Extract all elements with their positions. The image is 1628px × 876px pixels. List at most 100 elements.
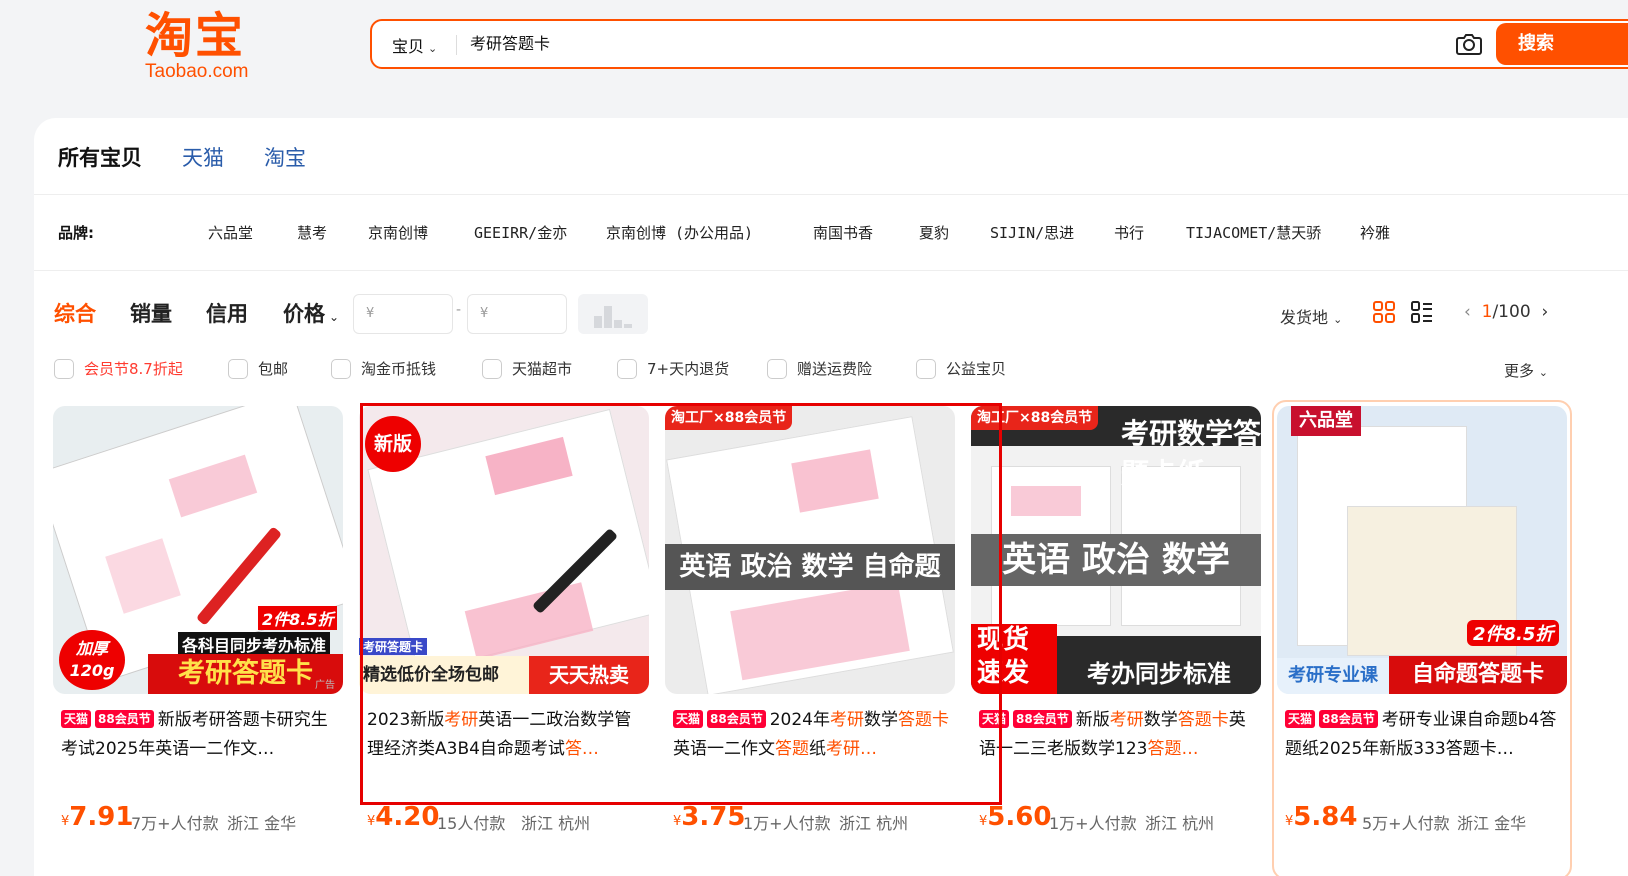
brand-item[interactable]: 衿雅 xyxy=(1360,222,1390,243)
brand-item[interactable]: 南国书香 xyxy=(813,222,873,243)
product-card[interactable]: 淘工厂×88会员节 考研数学答题卡纸 英语 政治 数学 现货 速发 考办同步标准… xyxy=(971,406,1261,866)
list-view-icon[interactable] xyxy=(1410,300,1434,324)
bottom-left-label: 考研专业课 xyxy=(1277,658,1389,694)
tab-all[interactable]: 所有宝贝 xyxy=(58,142,142,172)
product-image[interactable]: 2件8.5折 各科目同步考办标准 考研答题卡 加厚 120g 广告 xyxy=(53,406,343,694)
checkbox[interactable] xyxy=(617,358,637,379)
search-bar: 宝贝⌄ 搜索 xyxy=(370,19,1628,69)
price-max-input[interactable]: ¥ xyxy=(467,294,567,334)
tmall-tag: 天猫 xyxy=(61,710,92,728)
search-category-dropdown[interactable]: 宝贝 ⌄ xyxy=(392,33,437,57)
filter-charity[interactable]: 公益宝贝 xyxy=(916,358,1006,379)
brand-item[interactable]: 书行 xyxy=(1114,222,1144,243)
tab-tmall[interactable]: 天猫 xyxy=(182,142,224,172)
tmall-tag: 天猫 xyxy=(1285,710,1316,728)
price-value: 4.20 xyxy=(375,802,440,832)
product-price: ¥5.84 xyxy=(1285,802,1357,832)
checkbox[interactable] xyxy=(228,358,248,379)
member-day-tag: 88会员节 xyxy=(95,710,154,728)
product-price: ¥5.60 xyxy=(979,802,1051,832)
search-button[interactable]: 搜索 xyxy=(1496,23,1628,65)
product-image[interactable]: 淘工厂×88会员节 考研数学答题卡纸 英语 政治 数学 现货 速发 考办同步标准 xyxy=(971,406,1261,694)
sub-label: 各科目同步考办标准 xyxy=(178,632,331,656)
grid-view-icon[interactable] xyxy=(1372,300,1396,324)
search-input[interactable] xyxy=(470,33,1370,51)
checkbox[interactable] xyxy=(331,358,351,379)
filter-checkbox-row: 会员节8.7折起 包邮 淘金币抵钱 天猫超市 7+天内退货 赠送运费险 公益宝贝… xyxy=(54,358,1628,384)
brand-item[interactable]: 京南创博 xyxy=(368,222,428,243)
member-day-tag: 88会员节 xyxy=(1319,710,1378,728)
prev-page-icon[interactable]: ‹ xyxy=(1464,302,1471,322)
brand-item[interactable]: 夏豹 xyxy=(919,222,949,243)
filter-member-discount[interactable]: 会员节8.7折起 xyxy=(54,358,183,379)
product-price: ¥7.91 xyxy=(61,802,133,832)
bottom-right-label: 自命题答题卡 xyxy=(1389,656,1567,694)
chevron-down-icon: ⌄ xyxy=(329,310,340,324)
sort-sales[interactable]: 销量 xyxy=(130,298,172,328)
filter-free-shipping[interactable]: 包邮 xyxy=(228,358,288,379)
sales-count: 5万+人付款 xyxy=(1362,814,1450,833)
product-title[interactable]: 天猫 88会员节 新版考研答题卡研究生考试2025年英语一二作文… xyxy=(61,706,341,764)
thickness-badge: 加厚 120g xyxy=(59,630,125,690)
camera-icon[interactable] xyxy=(1456,32,1482,56)
title-highlight: 考研 xyxy=(1109,710,1144,730)
price-min-input[interactable]: ¥ xyxy=(353,294,453,334)
bottom-right-label: 考办同步标准 xyxy=(1057,654,1261,694)
brand-item[interactable]: 六品堂 xyxy=(208,222,253,243)
tab-taobao[interactable]: 淘宝 xyxy=(264,142,306,172)
sales-count: 15人付款 xyxy=(437,814,506,833)
divider xyxy=(34,270,1628,271)
search-category-label: 宝贝 xyxy=(392,37,425,56)
top-title: 考研数学答题卡纸 xyxy=(1121,417,1261,490)
more-filters-button[interactable]: 更多 ⌄ xyxy=(1504,360,1548,381)
sort-default[interactable]: 综合 xyxy=(54,298,96,328)
filter-label: 7+天内退货 xyxy=(647,360,730,378)
price-value: 3.75 xyxy=(681,802,746,832)
logo-chinese: 淘宝 xyxy=(145,8,246,64)
product-price: ¥4.20 xyxy=(367,802,439,832)
sales-count: 1万+人付款 xyxy=(743,814,831,833)
taobao-logo[interactable]: 淘宝 Taobao.com xyxy=(145,10,275,82)
next-page-icon[interactable]: › xyxy=(1541,302,1548,322)
middle-label: 英语 政治 数学 xyxy=(971,534,1261,586)
title-highlight: 答题… xyxy=(1147,739,1199,759)
brand-item[interactable]: SIJIN/思进 xyxy=(990,222,1074,243)
sort-price-label: 价格 xyxy=(283,302,325,326)
brand-item[interactable]: 慧考 xyxy=(297,222,327,243)
sales-count: 7万+人付款 xyxy=(131,814,219,833)
filter-tmall-supermarket[interactable]: 天猫超市 xyxy=(482,358,572,379)
sort-price[interactable]: 价格 ⌄ xyxy=(283,298,339,328)
brand-item[interactable]: 京南创博 (办公用品) xyxy=(606,222,753,243)
filter-label: 会员节8.7折起 xyxy=(84,360,183,378)
checkbox[interactable] xyxy=(767,358,787,379)
logo-english: Taobao.com xyxy=(145,61,249,82)
chevron-down-icon: ⌄ xyxy=(1333,313,1343,326)
product-card[interactable]: 六品堂 2件8.5折 考研专业课 自命题答题卡 天猫 88会员节 考研专业课自命题b… xyxy=(1277,406,1567,866)
results-panel: 所有宝贝 天猫 淘宝 品牌: 六品堂 慧考 京南创博 GEEIRR/金亦 京南创… xyxy=(34,118,1628,876)
divider xyxy=(456,35,457,55)
seller-location: 浙江 杭州 xyxy=(1145,814,1215,833)
price-value: 5.84 xyxy=(1293,802,1358,832)
checkbox[interactable] xyxy=(916,358,936,379)
price-distribution-icon[interactable] xyxy=(578,294,648,334)
product-card[interactable]: 2件8.5折 各科目同步考办标准 考研答题卡 加厚 120g 广告 天猫 88会员… xyxy=(53,406,343,866)
checkbox[interactable] xyxy=(482,358,502,379)
price-value: 5.60 xyxy=(987,802,1052,832)
brand-item[interactable]: GEEIRR/金亦 xyxy=(474,222,567,243)
filter-shipping-insurance[interactable]: 赠送运费险 xyxy=(767,358,872,379)
checkbox[interactable] xyxy=(54,358,74,379)
filter-taojinbi[interactable]: 淘金币抵钱 xyxy=(331,358,436,379)
page-current: 1 xyxy=(1481,302,1493,322)
product-title[interactable]: 天猫 88会员节 考研专业课自命题b4答题纸2025年新版333答题卡… xyxy=(1285,706,1565,764)
product-image[interactable]: 六品堂 2件8.5折 考研专业课 自命题答题卡 xyxy=(1277,406,1567,694)
seller-location: 浙江 金华 xyxy=(1457,814,1527,833)
brand-item[interactable]: TIJACOMET/慧天骄 xyxy=(1186,222,1321,243)
chevron-down-icon: ⌄ xyxy=(1538,366,1549,379)
pagination: ‹ 1/100 › xyxy=(1464,302,1548,322)
ship-from-dropdown[interactable]: 发货地 ⌄ xyxy=(1280,304,1342,328)
filter-7day-return[interactable]: 7+天内退货 xyxy=(617,358,729,379)
product-title[interactable]: 天猫 88会员节 新版考研数学答题卡英语一二三老版数学123答题… xyxy=(979,706,1259,764)
filter-label: 包邮 xyxy=(258,360,289,378)
sort-credit[interactable]: 信用 xyxy=(206,298,248,328)
price-dash: - xyxy=(456,302,462,318)
